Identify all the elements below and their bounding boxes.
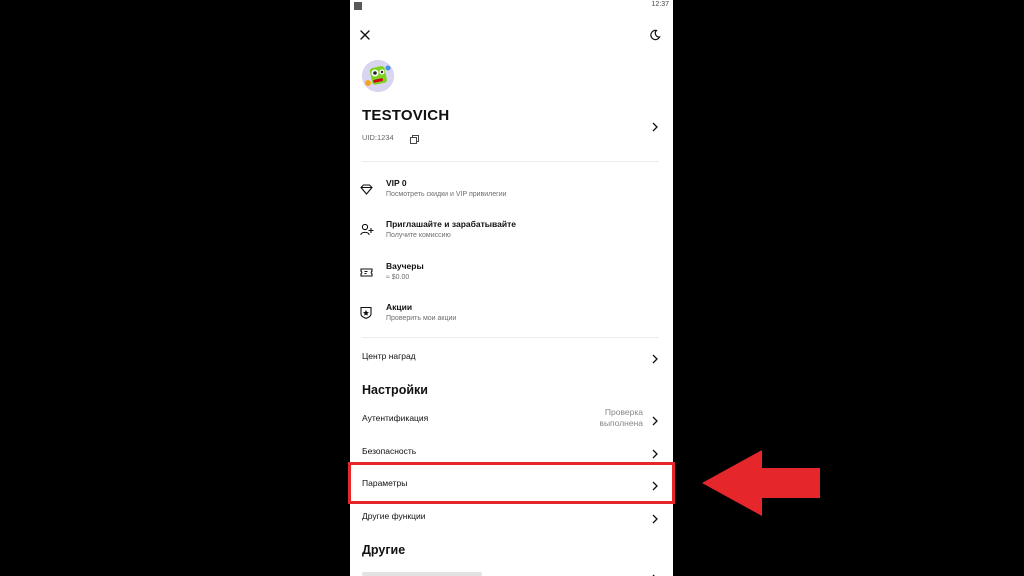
divider <box>362 337 659 338</box>
profile-chevron-icon[interactable] <box>651 119 659 137</box>
red-arrow-icon <box>700 448 822 523</box>
menu-subtitle: Получите комиссию <box>386 232 451 239</box>
chevron-right-icon <box>651 413 659 431</box>
avatar[interactable] <box>362 60 394 92</box>
settings-item-label: Безопасность <box>362 446 417 456</box>
verification-status: Проверка выполнена <box>599 407 643 429</box>
menu-item-vip[interactable]: VIP 0 Посмотреть скидки и VIP привилегии <box>350 178 673 212</box>
status-line: выполнена <box>599 418 643 428</box>
settings-item-label: Аутентификация <box>362 413 429 423</box>
status-time: 12:37 <box>651 1 669 8</box>
close-icon[interactable] <box>355 25 375 45</box>
ticket-icon <box>360 265 373 283</box>
other-section-title: Другие <box>362 543 406 557</box>
settings-item-label: Другие функции <box>362 511 426 521</box>
notification-icon <box>354 2 362 10</box>
settings-item-authentication[interactable]: Аутентификация Проверка выполнена <box>350 407 673 431</box>
menu-title: Акции <box>386 302 413 312</box>
username: TESTOVICH <box>362 107 450 124</box>
status-bar: 12:37 <box>350 0 673 12</box>
chevron-right-icon <box>651 351 659 369</box>
copy-icon[interactable] <box>410 131 419 149</box>
user-id: UID:1234 <box>362 133 394 142</box>
moon-icon[interactable] <box>645 25 665 45</box>
menu-item-invite[interactable]: Приглашайте и зарабатывайте Получите ком… <box>350 219 673 253</box>
menu-item-vouchers[interactable]: Ваучеры ≈ $0.00 <box>350 261 673 295</box>
settings-item-other-functions[interactable]: Другие функции <box>350 505 673 529</box>
divider <box>362 161 659 162</box>
chevron-right-icon <box>651 511 659 529</box>
cut-off-row <box>362 572 482 576</box>
parameters-highlight-box <box>348 462 675 504</box>
chevron-right-icon <box>651 571 659 576</box>
rewards-center-label: Центр наград <box>362 351 416 361</box>
menu-subtitle: Проверить мои акции <box>386 315 457 322</box>
settings-item-security[interactable]: Безопасность <box>350 440 673 464</box>
menu-title: Приглашайте и зарабатывайте <box>386 219 516 229</box>
menu-subtitle: ≈ $0.00 <box>386 274 410 281</box>
menu-title: Ваучеры <box>386 261 424 271</box>
shield-gift-icon <box>360 306 372 324</box>
settings-section-title: Настройки <box>362 383 428 397</box>
menu-title: VIP 0 <box>386 178 407 188</box>
status-line: Проверка <box>604 407 643 417</box>
diamond-icon <box>360 182 373 200</box>
add-user-icon <box>360 223 374 241</box>
menu-subtitle: Посмотреть скидки и VIP привилегии <box>386 191 507 198</box>
menu-item-promotions[interactable]: Акции Проверить мои акции <box>350 302 673 336</box>
rewards-center-row[interactable]: Центр наград <box>350 345 673 369</box>
